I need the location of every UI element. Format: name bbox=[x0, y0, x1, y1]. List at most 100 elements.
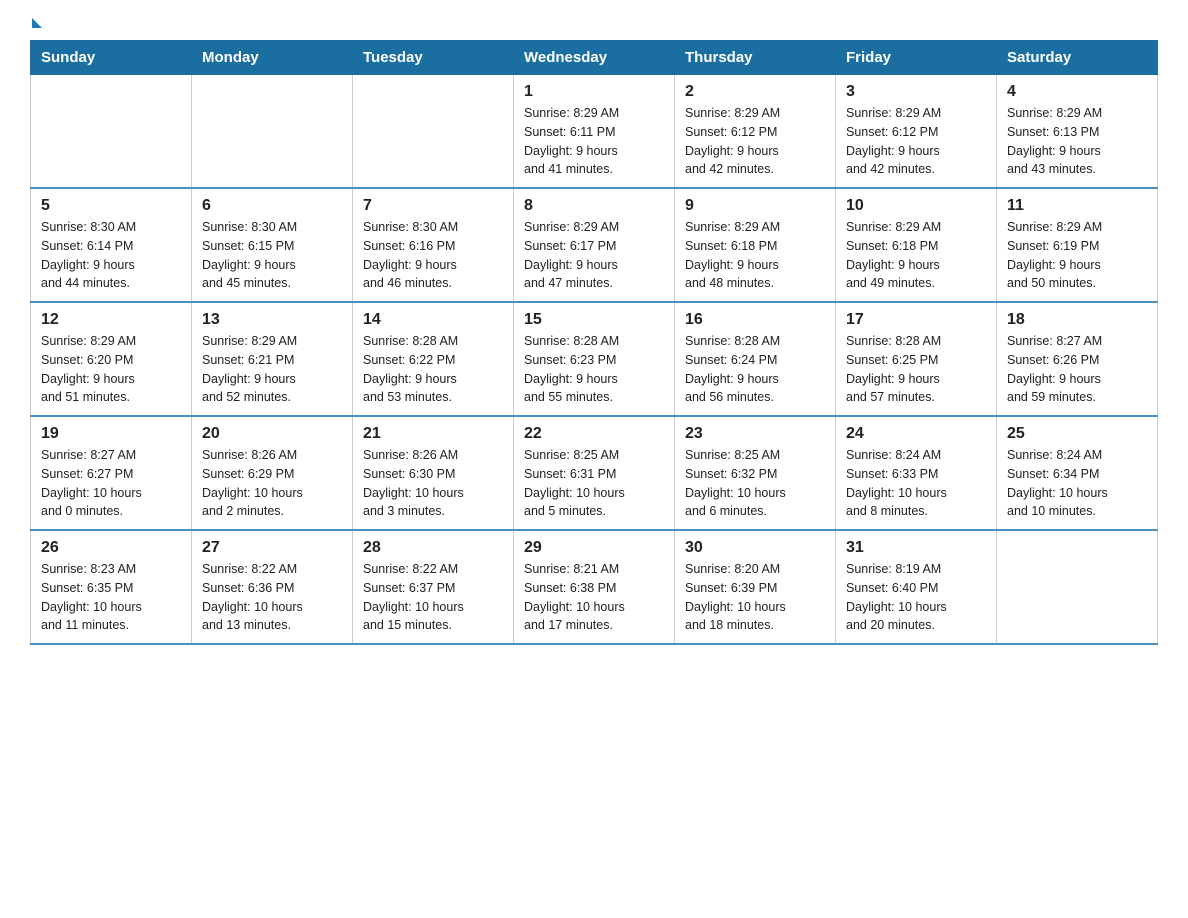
calendar-day-22: 22 Sunrise: 8:25 AM Sunset: 6:31 PM Dayli… bbox=[514, 416, 675, 530]
weekday-header-sunday: Sunday bbox=[31, 41, 192, 75]
calendar-empty-cell bbox=[997, 530, 1158, 644]
day-number: 20 bbox=[202, 425, 342, 443]
weekday-header-tuesday: Tuesday bbox=[353, 41, 514, 75]
day-number: 30 bbox=[685, 539, 825, 557]
day-info: Sunrise: 8:25 AM Sunset: 6:32 PM Dayligh… bbox=[685, 446, 825, 521]
calendar-day-9: 9 Sunrise: 8:29 AM Sunset: 6:18 PM Daylig… bbox=[675, 188, 836, 302]
day-number: 29 bbox=[524, 539, 664, 557]
day-number: 12 bbox=[41, 311, 181, 329]
calendar-day-23: 23 Sunrise: 8:25 AM Sunset: 6:32 PM Dayli… bbox=[675, 416, 836, 530]
logo-arrow-icon bbox=[32, 18, 42, 28]
day-info: Sunrise: 8:29 AM Sunset: 6:17 PM Dayligh… bbox=[524, 218, 664, 293]
calendar-day-19: 19Sunrise: 8:27 AM Sunset: 6:27 PM Dayli… bbox=[31, 416, 192, 530]
day-info: Sunrise: 8:22 AM Sunset: 6:36 PM Dayligh… bbox=[202, 560, 342, 635]
day-number: 26 bbox=[41, 539, 181, 557]
weekday-header-friday: Friday bbox=[836, 41, 997, 75]
day-info: Sunrise: 8:30 AM Sunset: 6:15 PM Dayligh… bbox=[202, 218, 342, 293]
calendar-day-24: 24 Sunrise: 8:24 AM Sunset: 6:33 PM Dayli… bbox=[836, 416, 997, 530]
day-info: Sunrise: 8:29 AM Sunset: 6:21 PM Dayligh… bbox=[202, 332, 342, 407]
calendar-day-7: 7 Sunrise: 8:30 AM Sunset: 6:16 PM Daylig… bbox=[353, 188, 514, 302]
day-info: Sunrise: 8:24 AM Sunset: 6:34 PM Dayligh… bbox=[1007, 446, 1147, 521]
day-info: Sunrise: 8:23 AM Sunset: 6:35 PM Dayligh… bbox=[41, 560, 181, 635]
calendar-day-3: 3 Sunrise: 8:29 AM Sunset: 6:12 PM Daylig… bbox=[836, 75, 997, 189]
day-number: 13 bbox=[202, 311, 342, 329]
calendar-day-25: 25 Sunrise: 8:24 AM Sunset: 6:34 PM Dayli… bbox=[997, 416, 1158, 530]
day-info: Sunrise: 8:28 AM Sunset: 6:23 PM Dayligh… bbox=[524, 332, 664, 407]
weekday-header-wednesday: Wednesday bbox=[514, 41, 675, 75]
day-number: 4 bbox=[1007, 83, 1147, 101]
day-info: Sunrise: 8:30 AM Sunset: 6:14 PM Dayligh… bbox=[41, 218, 181, 293]
day-number: 16 bbox=[685, 311, 825, 329]
calendar-day-27: 27 Sunrise: 8:22 AM Sunset: 6:36 PM Dayli… bbox=[192, 530, 353, 644]
calendar-day-2: 2Sunrise: 8:29 AM Sunset: 6:12 PM Daylig… bbox=[675, 75, 836, 189]
day-info: Sunrise: 8:20 AM Sunset: 6:39 PM Dayligh… bbox=[685, 560, 825, 635]
day-info: Sunrise: 8:19 AM Sunset: 6:40 PM Dayligh… bbox=[846, 560, 986, 635]
weekday-header-thursday: Thursday bbox=[675, 41, 836, 75]
calendar-empty-cell bbox=[192, 75, 353, 189]
day-info: Sunrise: 8:28 AM Sunset: 6:24 PM Dayligh… bbox=[685, 332, 825, 407]
day-number: 31 bbox=[846, 539, 986, 557]
day-info: Sunrise: 8:29 AM Sunset: 6:12 PM Dayligh… bbox=[846, 104, 986, 179]
day-number: 15 bbox=[524, 311, 664, 329]
calendar-day-10: 10 Sunrise: 8:29 AM Sunset: 6:18 PM Dayli… bbox=[836, 188, 997, 302]
day-info: Sunrise: 8:29 AM Sunset: 6:18 PM Dayligh… bbox=[685, 218, 825, 293]
day-info: Sunrise: 8:27 AM Sunset: 6:26 PM Dayligh… bbox=[1007, 332, 1147, 407]
calendar-day-8: 8 Sunrise: 8:29 AM Sunset: 6:17 PM Daylig… bbox=[514, 188, 675, 302]
day-number: 9 bbox=[685, 197, 825, 215]
day-number: 10 bbox=[846, 197, 986, 215]
day-number: 27 bbox=[202, 539, 342, 557]
calendar-day-21: 21 Sunrise: 8:26 AM Sunset: 6:30 PM Dayli… bbox=[353, 416, 514, 530]
day-number: 14 bbox=[363, 311, 503, 329]
day-info: Sunrise: 8:24 AM Sunset: 6:33 PM Dayligh… bbox=[846, 446, 986, 521]
day-info: Sunrise: 8:28 AM Sunset: 6:22 PM Dayligh… bbox=[363, 332, 503, 407]
day-info: Sunrise: 8:22 AM Sunset: 6:37 PM Dayligh… bbox=[363, 560, 503, 635]
day-number: 19 bbox=[41, 425, 181, 443]
day-number: 5 bbox=[41, 197, 181, 215]
day-info: Sunrise: 8:26 AM Sunset: 6:30 PM Dayligh… bbox=[363, 446, 503, 521]
calendar-day-11: 11Sunrise: 8:29 AM Sunset: 6:19 PM Dayli… bbox=[997, 188, 1158, 302]
calendar-day-29: 29Sunrise: 8:21 AM Sunset: 6:38 PM Dayli… bbox=[514, 530, 675, 644]
day-info: Sunrise: 8:29 AM Sunset: 6:13 PM Dayligh… bbox=[1007, 104, 1147, 179]
calendar-day-5: 5 Sunrise: 8:30 AM Sunset: 6:14 PM Daylig… bbox=[31, 188, 192, 302]
day-info: Sunrise: 8:25 AM Sunset: 6:31 PM Dayligh… bbox=[524, 446, 664, 521]
calendar-day-16: 16 Sunrise: 8:28 AM Sunset: 6:24 PM Dayli… bbox=[675, 302, 836, 416]
day-number: 17 bbox=[846, 311, 986, 329]
day-number: 22 bbox=[524, 425, 664, 443]
calendar-week-row: 19Sunrise: 8:27 AM Sunset: 6:27 PM Dayli… bbox=[31, 416, 1158, 530]
day-number: 6 bbox=[202, 197, 342, 215]
calendar-week-row: 26 Sunrise: 8:23 AM Sunset: 6:35 PM Dayli… bbox=[31, 530, 1158, 644]
calendar-week-row: 12 Sunrise: 8:29 AM Sunset: 6:20 PM Dayli… bbox=[31, 302, 1158, 416]
day-info: Sunrise: 8:30 AM Sunset: 6:16 PM Dayligh… bbox=[363, 218, 503, 293]
calendar-header: SundayMondayTuesdayWednesdayThursdayFrid… bbox=[31, 41, 1158, 75]
calendar-day-15: 15 Sunrise: 8:28 AM Sunset: 6:23 PM Dayli… bbox=[514, 302, 675, 416]
day-number: 23 bbox=[685, 425, 825, 443]
day-info: Sunrise: 8:29 AM Sunset: 6:20 PM Dayligh… bbox=[41, 332, 181, 407]
calendar-week-row: 1Sunrise: 8:29 AM Sunset: 6:11 PM Daylig… bbox=[31, 75, 1158, 189]
logo bbox=[30, 20, 42, 30]
calendar-day-1: 1Sunrise: 8:29 AM Sunset: 6:11 PM Daylig… bbox=[514, 75, 675, 189]
day-number: 8 bbox=[524, 197, 664, 215]
day-info: Sunrise: 8:29 AM Sunset: 6:18 PM Dayligh… bbox=[846, 218, 986, 293]
calendar-table: SundayMondayTuesdayWednesdayThursdayFrid… bbox=[30, 40, 1158, 645]
calendar-day-17: 17 Sunrise: 8:28 AM Sunset: 6:25 PM Dayli… bbox=[836, 302, 997, 416]
calendar-day-14: 14 Sunrise: 8:28 AM Sunset: 6:22 PM Dayli… bbox=[353, 302, 514, 416]
day-info: Sunrise: 8:28 AM Sunset: 6:25 PM Dayligh… bbox=[846, 332, 986, 407]
day-number: 25 bbox=[1007, 425, 1147, 443]
calendar-day-6: 6 Sunrise: 8:30 AM Sunset: 6:15 PM Daylig… bbox=[192, 188, 353, 302]
calendar-empty-cell bbox=[353, 75, 514, 189]
day-number: 7 bbox=[363, 197, 503, 215]
day-number: 3 bbox=[846, 83, 986, 101]
day-number: 28 bbox=[363, 539, 503, 557]
day-number: 21 bbox=[363, 425, 503, 443]
calendar-week-row: 5 Sunrise: 8:30 AM Sunset: 6:14 PM Daylig… bbox=[31, 188, 1158, 302]
day-number: 2 bbox=[685, 83, 825, 101]
weekday-header-saturday: Saturday bbox=[997, 41, 1158, 75]
page-header bbox=[30, 20, 1158, 30]
weekday-header-row: SundayMondayTuesdayWednesdayThursdayFrid… bbox=[31, 41, 1158, 75]
day-number: 24 bbox=[846, 425, 986, 443]
calendar-day-4: 4 Sunrise: 8:29 AM Sunset: 6:13 PM Daylig… bbox=[997, 75, 1158, 189]
calendar-day-28: 28 Sunrise: 8:22 AM Sunset: 6:37 PM Dayli… bbox=[353, 530, 514, 644]
day-number: 11 bbox=[1007, 197, 1147, 215]
calendar-day-12: 12 Sunrise: 8:29 AM Sunset: 6:20 PM Dayli… bbox=[31, 302, 192, 416]
day-info: Sunrise: 8:26 AM Sunset: 6:29 PM Dayligh… bbox=[202, 446, 342, 521]
